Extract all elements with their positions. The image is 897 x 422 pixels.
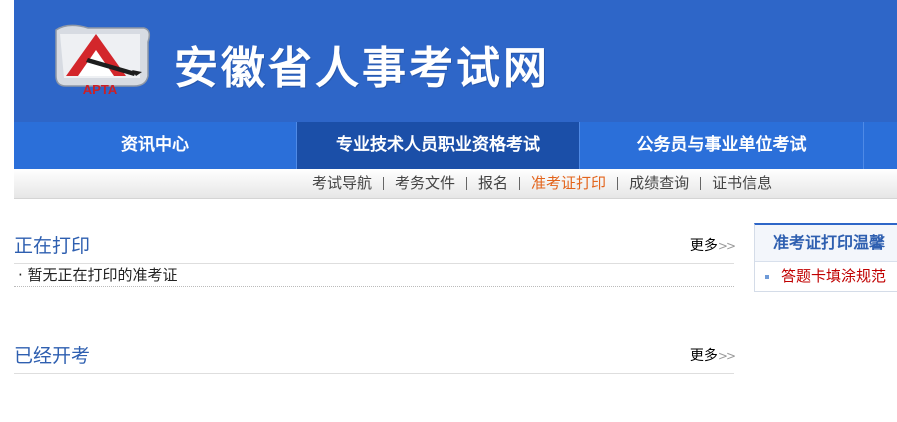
apta-logo[interactable]: APTA xyxy=(48,20,158,98)
sub-nav-admission-ticket-print[interactable]: 准考证打印 xyxy=(531,169,606,198)
logo-text: APTA xyxy=(83,82,118,97)
main-nav: 资讯中心 专业技术人员职业资格考试 公务员与事业单位考试 xyxy=(14,122,897,169)
section-title: 已经开考 xyxy=(14,345,91,367)
nav-item-news-center[interactable]: 资讯中心 xyxy=(14,122,297,169)
side-panel-title: 准考证打印温馨 xyxy=(755,225,897,262)
divider xyxy=(519,177,521,190)
section-printing-now: 正在打印 更多>> · 暂无正在打印的准考证 xyxy=(14,223,736,287)
sub-nav: 考试导航 考务文件 报名 准考证打印 成绩查询 证书信息 xyxy=(14,169,897,199)
page: APTA 安徽省人事考试网 资讯中心 专业技术人员职业资格考试 公务员与事业单位… xyxy=(0,0,897,422)
sub-nav-certificate-info[interactable]: 证书信息 xyxy=(712,169,772,198)
more-label[interactable]: 更多 xyxy=(690,238,718,254)
divider xyxy=(383,177,385,190)
section-header: 已经开考 更多>> xyxy=(14,333,736,374)
nav-item-civil-service-exams[interactable]: 公务员与事业单位考试 xyxy=(580,122,864,169)
side-panel-tips: 准考证打印温馨 答题卡填涂规范 xyxy=(754,223,897,292)
sub-nav-registration[interactable]: 报名 xyxy=(478,169,508,198)
site-title: 安徽省人事考试网 xyxy=(174,43,550,94)
divider xyxy=(466,177,468,190)
more-link[interactable]: 更多>> xyxy=(690,345,736,365)
header-banner: APTA 安徽省人事考试网 xyxy=(14,0,897,122)
divider xyxy=(700,177,702,190)
bullet-icon xyxy=(765,274,769,279)
nav-item-more[interactable] xyxy=(864,122,897,169)
more-label[interactable]: 更多 xyxy=(690,348,718,364)
sub-nav-list: 考试导航 考务文件 报名 准考证打印 成绩查询 证书信息 xyxy=(312,169,772,198)
double-chevron-right-icon: >> xyxy=(717,349,736,363)
sub-nav-score-query[interactable]: 成绩查询 xyxy=(629,169,689,198)
double-chevron-right-icon: >> xyxy=(717,239,736,253)
list-item: · 暂无正在打印的准考证 xyxy=(14,264,734,287)
divider xyxy=(617,177,619,190)
section-title: 正在打印 xyxy=(14,235,91,257)
sub-nav-exam-documents[interactable]: 考务文件 xyxy=(395,169,455,198)
section-exam-started: 已经开考 更多>> xyxy=(14,333,736,374)
section-header: 正在打印 更多>> xyxy=(14,223,736,264)
side-panel-link[interactable]: 答题卡填涂规范 xyxy=(755,262,897,290)
nav-item-professional-exams[interactable]: 专业技术人员职业资格考试 xyxy=(297,122,580,169)
side-panel-link-label[interactable]: 答题卡填涂规范 xyxy=(781,267,886,285)
sub-nav-exam-guide[interactable]: 考试导航 xyxy=(312,169,372,198)
more-link[interactable]: 更多>> xyxy=(690,235,736,255)
